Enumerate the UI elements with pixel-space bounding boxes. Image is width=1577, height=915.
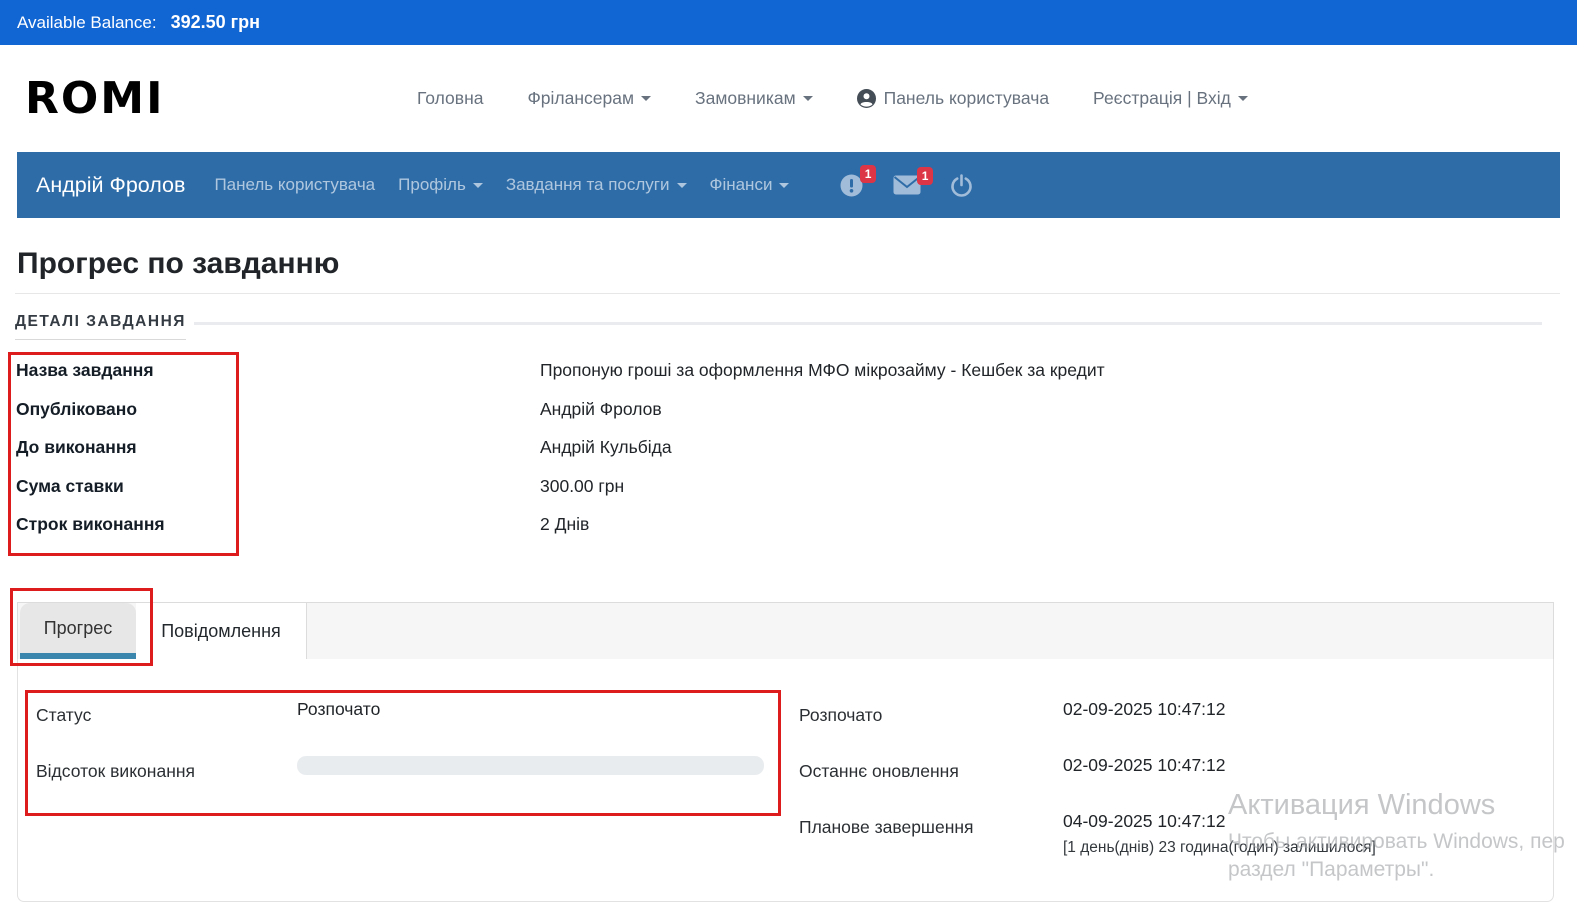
tab-progress[interactable]: Прогрес — [20, 603, 136, 659]
site-header: ROMI Головна Фрілансерам Замовникам Пане… — [0, 45, 1577, 152]
main-nav: Головна Фрілансерам Замовникам Панель ко… — [417, 45, 1248, 152]
alerts-icon-button[interactable]: 1 — [839, 164, 877, 198]
detail-row-published-by: Опубліковано Андрій Фролов — [16, 398, 662, 419]
section-heading-task-details: ДЕТАЛІ ЗАВДАННЯ — [15, 313, 1542, 340]
person-icon — [856, 89, 876, 108]
status-value: Розпочато — [297, 699, 381, 719]
power-icon — [951, 173, 973, 197]
started-label: Розпочато — [799, 705, 883, 725]
updated-label: Останнє оновлення — [799, 761, 959, 781]
navbar-tasks-services[interactable]: Завдання та послуги — [506, 175, 687, 195]
nav-user-panel[interactable]: Панель користувача — [856, 88, 1049, 109]
navbar-brand-username[interactable]: Андрій Фролов — [36, 173, 185, 198]
messages-badge: 1 — [916, 167, 934, 185]
due-label: Планове завершення — [799, 817, 974, 837]
navbar-user-panel[interactable]: Панель користувача — [214, 175, 375, 195]
balance-label: Available Balance: — [17, 12, 157, 32]
progress-bar — [297, 756, 764, 775]
chevron-down-icon — [802, 96, 813, 101]
percent-label: Відсоток виконання — [36, 761, 195, 781]
navbar-finance[interactable]: Фінанси — [710, 175, 790, 195]
divider — [193, 322, 1542, 325]
detail-row-bid-amount: Сума ставки 300.00 грн — [16, 475, 625, 496]
tabs-strip: Прогрес Повідомлення — [17, 602, 1554, 660]
time-remaining: [1 день(днів) 23 година(годин) залишилос… — [1063, 839, 1376, 856]
logout-icon-button[interactable] — [950, 173, 973, 197]
chevron-down-icon — [641, 96, 652, 101]
status-label: Статус — [36, 705, 92, 725]
chevron-down-icon — [1237, 96, 1248, 101]
chevron-down-icon — [676, 183, 687, 188]
balance-bar: Available Balance: 392.50 грн — [0, 0, 1577, 45]
navbar-profile[interactable]: Профіль — [398, 175, 483, 195]
balance-value: 392.50 грн — [170, 12, 260, 32]
chevron-down-icon — [779, 183, 790, 188]
nav-register-login[interactable]: Реєстрація | Вхід — [1093, 88, 1248, 109]
user-navbar: Андрій Фролов Панель користувача Профіль… — [17, 152, 1560, 218]
chevron-down-icon — [472, 183, 483, 188]
due-value: 04-09-2025 10:47:12 — [1063, 811, 1226, 831]
alerts-badge: 1 — [859, 164, 877, 183]
messages-icon-button[interactable]: 1 — [893, 167, 934, 195]
detail-row-deadline: Строк виконання 2 Днів — [16, 514, 590, 534]
nav-freelancers[interactable]: Фрілансерам — [528, 88, 652, 109]
task-details: Назва завдання Пропоную гроші за оформле… — [16, 360, 1556, 553]
progress-tab-panel: Статус Розпочато Відсоток виконання Розп… — [17, 659, 1554, 902]
divider — [15, 293, 1560, 294]
updated-value: 02-09-2025 10:47:12 — [1063, 755, 1226, 775]
detail-row-title: Назва завдання Пропоную гроші за оформле… — [16, 360, 1105, 380]
tab-messages[interactable]: Повідомлення — [136, 603, 307, 659]
detail-row-assignee: До виконання Андрій Кульбіда — [16, 437, 672, 457]
nav-home[interactable]: Головна — [417, 88, 484, 109]
logo[interactable]: ROMI — [25, 73, 164, 124]
nav-clients[interactable]: Замовникам — [695, 88, 813, 109]
page-title: Прогрес по завданню — [17, 247, 340, 280]
started-value: 02-09-2025 10:47:12 — [1063, 699, 1226, 719]
